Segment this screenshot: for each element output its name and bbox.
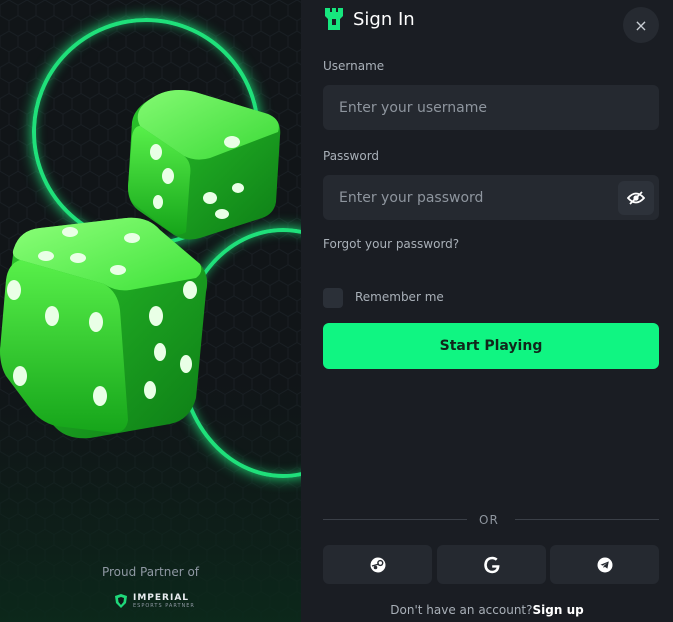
close-button[interactable]: ×: [623, 7, 659, 43]
signup-link[interactable]: Sign up: [533, 603, 584, 617]
start-playing-button[interactable]: Start Playing: [323, 323, 659, 369]
username-input[interactable]: [323, 85, 659, 130]
google-icon: [483, 556, 499, 573]
steam-login-button[interactable]: [323, 545, 432, 584]
sign-in-form-panel: Sign In × Username Password Forgot your …: [301, 0, 673, 622]
password-label: Password: [323, 149, 380, 163]
password-input[interactable]: [323, 175, 659, 220]
brand-logo-icon: [325, 8, 343, 30]
steam-icon: [370, 557, 385, 572]
telegram-login-button[interactable]: [550, 545, 659, 584]
page-title: Sign In: [353, 8, 415, 30]
username-label: Username: [323, 59, 385, 73]
imperial-shield-icon: [115, 594, 127, 608]
partner-logo-subtext: ESPORTS PARTNER: [133, 602, 195, 609]
divider-line-right: [515, 519, 659, 520]
remember-me-checkbox[interactable]: [323, 288, 343, 308]
partner-label: Proud Partner of: [101, 565, 200, 579]
sign-in-modal: Proud Partner of IMPERIAL ESPORTS PARTNE…: [0, 0, 673, 622]
forgot-password-link[interactable]: Forgot your password?: [323, 237, 459, 251]
divider-label: OR: [479, 513, 499, 527]
promo-panel: Proud Partner of IMPERIAL ESPORTS PARTNE…: [0, 0, 301, 622]
green-dice-illustration: [0, 90, 281, 439]
close-icon: ×: [634, 15, 648, 35]
modal-header: Sign In: [323, 6, 415, 32]
remember-me-label[interactable]: Remember me: [355, 290, 444, 304]
imperial-logo[interactable]: IMPERIAL ESPORTS PARTNER: [113, 593, 195, 609]
eye-off-icon: [627, 191, 645, 205]
signup-prompt: Don't have an account?Sign up: [301, 603, 673, 617]
telegram-icon: [597, 557, 612, 572]
divider-line-left: [323, 519, 467, 520]
partner-logo-text: IMPERIAL: [133, 592, 190, 603]
google-login-button[interactable]: [437, 545, 546, 584]
signup-prompt-text: Don't have an account?: [390, 603, 533, 617]
toggle-password-visibility-button[interactable]: [618, 181, 654, 215]
